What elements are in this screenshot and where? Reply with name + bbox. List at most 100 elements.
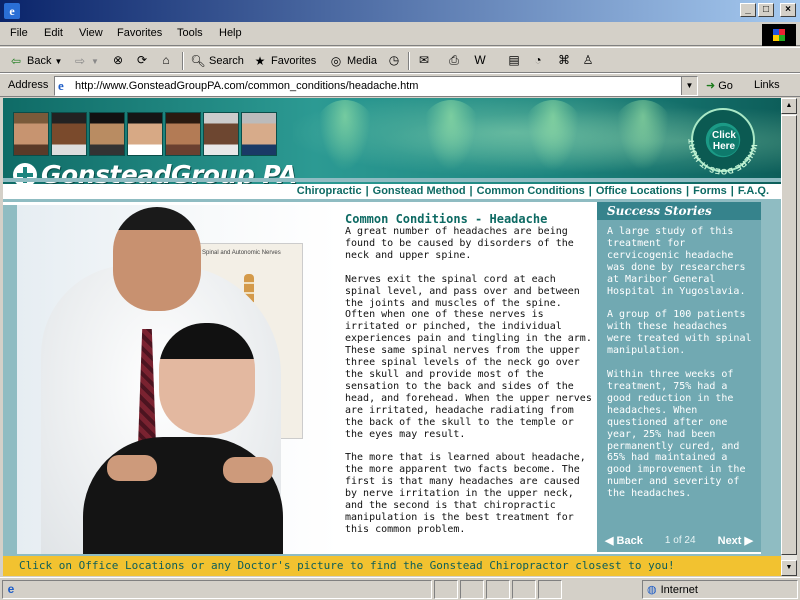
minimize-button[interactable]: _ — [740, 3, 756, 17]
success-stories-panel: Success Stories A large study of this tr… — [597, 202, 761, 552]
address-bar: Address e http://www.GonsteadGroupPA.com… — [0, 73, 800, 97]
favorites-label: Favorites — [271, 55, 317, 67]
menu-file[interactable]: File — [10, 27, 28, 39]
story-paragraph: A group of 100 patients with these heada… — [607, 309, 752, 357]
security-zone: ◍ Internet — [642, 580, 798, 599]
favorites-star-icon: ★ — [254, 54, 266, 68]
vertical-scrollbar[interactable]: ▲ ▼ — [781, 98, 797, 576]
content-paragraph: The more that is learned about headache,… — [345, 452, 586, 535]
address-url[interactable]: http://www.GonsteadGroupPA.com/common_co… — [75, 80, 418, 92]
stories-next-link[interactable]: Next ▶ — [718, 534, 753, 547]
doctor-photo[interactable] — [203, 112, 239, 156]
forward-dropdown-icon[interactable]: ▼ — [91, 57, 99, 66]
scroll-thumb[interactable] — [781, 115, 797, 555]
browser-window: e _ □ × File Edit View Favorites Tools H… — [0, 0, 800, 600]
back-dropdown-icon[interactable]: ▼ — [54, 57, 62, 66]
menu-edit[interactable]: Edit — [44, 27, 63, 39]
site-nav: Chiropractic | Gonstead Method | Common Co… — [3, 184, 781, 202]
content-paragraph: A great number of headaches are being fo… — [345, 226, 574, 261]
anatomy-illustration — [613, 100, 673, 180]
click-here-label: Click Here — [709, 126, 739, 156]
doctor-photo[interactable] — [89, 112, 125, 156]
doctor-photo[interactable] — [13, 112, 49, 156]
favorites-button[interactable]: ★ Favorites — [252, 52, 317, 70]
title-bar[interactable]: e _ □ × — [0, 0, 800, 22]
nav-faq[interactable]: F.A.Q. — [734, 185, 773, 197]
nav-gonstead-method[interactable]: Gonstead Method — [369, 185, 470, 197]
user-icon[interactable]: ♙ — [580, 52, 596, 68]
links-button[interactable]: Links — [754, 79, 780, 91]
media-button[interactable]: ◎ Media — [328, 52, 377, 70]
page-viewport: GonsteadGroup PA WHERE DOES IT HURT? Cli… — [3, 98, 781, 576]
where-does-it-hurt-button[interactable]: WHERE DOES IT HURT? Click Here — [687, 104, 759, 176]
story-paragraph: A large study of this treatment for cerv… — [607, 226, 746, 297]
footer-message: Click on Office Locations or any Doctor'… — [19, 559, 675, 572]
stories-back-link[interactable]: ◀ Back — [605, 534, 643, 547]
address-label: Address — [8, 79, 49, 91]
close-button[interactable]: × — [780, 3, 796, 17]
back-button[interactable]: ⇦ Back ▼ — [8, 52, 62, 70]
address-dropdown-icon[interactable]: ▼ — [681, 77, 697, 95]
nav-office-locations[interactable]: Office Locations — [592, 185, 686, 197]
doctor-photo[interactable] — [51, 112, 87, 156]
nav-chiropractic[interactable]: Chiropractic — [293, 185, 366, 197]
menu-help[interactable]: Help — [219, 27, 242, 39]
stop-icon[interactable]: ⊗ — [110, 52, 126, 68]
go-arrow-icon: ➜ — [706, 80, 716, 92]
address-input[interactable]: e http://www.GonsteadGroupPA.com/common_… — [54, 76, 698, 96]
globe-icon: ◍ — [647, 584, 657, 596]
menu-bar: File Edit View Favorites Tools Help — [0, 22, 800, 46]
site-footer-banner: Click on Office Locations or any Doctor'… — [3, 554, 781, 576]
story-paragraph: Within three weeks of treatment, 75% had… — [607, 369, 746, 500]
forward-button[interactable]: ⇨ ▼ — [72, 52, 99, 70]
toolbar-separator — [408, 52, 410, 70]
go-label: Go — [718, 79, 733, 92]
menu-tools[interactable]: Tools — [177, 27, 203, 39]
refresh-icon[interactable]: ⟳ — [134, 52, 150, 68]
research-icon[interactable]: ⌘ — [556, 52, 572, 68]
windows-logo-icon — [762, 24, 796, 46]
logo-mark-icon — [13, 162, 37, 187]
doctor-photo[interactable] — [127, 112, 163, 156]
doctor-photo[interactable] — [165, 112, 201, 156]
status-bar: e ◍ Internet — [0, 577, 800, 600]
media-label: Media — [347, 55, 377, 67]
history-icon[interactable]: ◷ — [386, 52, 402, 68]
go-button[interactable]: ➜ Go — [706, 79, 733, 93]
toolbar: ⇦ Back ▼ ⇨ ▼ ⊗ ⟳ ⌂ 🔍︎ Search ★ Favorites… — [0, 47, 800, 73]
anatomy-illustration — [315, 100, 375, 180]
nav-common-conditions[interactable]: Common Conditions — [473, 185, 589, 197]
page-title: Common Conditions - Headache — [345, 212, 548, 226]
zone-label: Internet — [660, 583, 698, 596]
discuss-icon[interactable]: ▤ — [506, 52, 522, 68]
mail-icon[interactable]: ✉ — [416, 52, 432, 68]
back-label: Back — [27, 55, 52, 67]
menu-view[interactable]: View — [79, 27, 103, 39]
messenger-icon[interactable]: ◔ — [530, 52, 546, 68]
anatomy-illustration — [523, 100, 583, 180]
doctor-photo[interactable] — [241, 112, 277, 156]
scroll-down-icon[interactable]: ▼ — [781, 560, 797, 576]
forward-arrow-icon: ⇨ — [74, 54, 86, 68]
search-icon: 🔍︎ — [190, 54, 206, 68]
maximize-button[interactable]: □ — [758, 3, 774, 17]
page-icon: e — [58, 78, 64, 93]
home-icon[interactable]: ⌂ — [158, 52, 174, 68]
menu-favorites[interactable]: Favorites — [117, 27, 162, 39]
print-icon[interactable]: ⎙ — [446, 52, 462, 68]
stories-pager: ◀ Back 1 of 24 Next ▶ — [597, 531, 761, 549]
scroll-up-icon[interactable]: ▲ — [781, 98, 797, 114]
ie-icon: e — [4, 3, 20, 19]
status-message: e — [2, 580, 432, 599]
anatomy-illustration — [421, 100, 481, 180]
search-button[interactable]: 🔍︎ Search — [190, 52, 244, 70]
back-arrow-icon: ⇦ — [10, 54, 22, 68]
nav-forms[interactable]: Forms — [689, 185, 731, 197]
search-label: Search — [209, 55, 244, 67]
media-icon: ◎ — [330, 54, 342, 68]
edit-icon[interactable]: W — [472, 52, 488, 68]
patient-figure — [83, 437, 283, 557]
toolbar-separator — [182, 52, 184, 70]
poster-title: Spinal and Autonomic Nerves — [202, 250, 281, 256]
chiropractor-photo: Spinal and Autonomic Nerves — [17, 205, 339, 557]
